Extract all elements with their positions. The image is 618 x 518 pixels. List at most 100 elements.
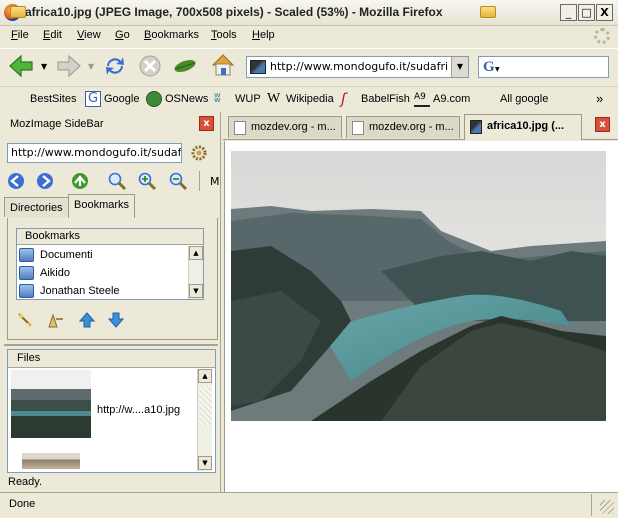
sidebar-status-text: Ready. — [8, 476, 43, 488]
bookmark-a9[interactable]: A9.com — [433, 93, 470, 105]
sidebar-splitter[interactable] — [4, 344, 218, 346]
page-icon — [234, 121, 246, 135]
menu-view[interactable]: View — [77, 29, 101, 41]
file-thumbnail[interactable] — [11, 370, 91, 438]
scroll-up-arrow-icon[interactable]: ▲ — [189, 246, 203, 260]
bookmarks-column-header[interactable]: Bookmarks — [17, 229, 203, 245]
gear-icon[interactable] — [190, 144, 208, 162]
bookmark-folder-icon — [19, 266, 34, 280]
bookmark-all-google[interactable]: All google — [500, 93, 548, 105]
scroll-down-arrow-icon[interactable]: ▼ — [198, 456, 212, 470]
bookmarks-scrollbar[interactable]: ▲ ▼ — [188, 246, 203, 299]
menu-file-key: F — [11, 29, 18, 41]
list-item[interactable]: Aikido — [19, 265, 187, 283]
tab-directories[interactable]: Directories — [4, 197, 69, 217]
sidebar-mode-label[interactable]: M — [210, 175, 220, 188]
menu-tools[interactable]: Tools — [211, 29, 237, 41]
google-icon: G — [85, 91, 101, 107]
sidebar-up-button[interactable] — [70, 171, 90, 191]
wup-icon: ʬ — [214, 91, 221, 106]
files-scrollbar[interactable]: ▲ ▼ — [197, 369, 212, 471]
tab-bookmarks[interactable]: Bookmarks — [68, 194, 136, 218]
list-item[interactable]: Jonathan Steele — [19, 283, 187, 301]
bookmark-google[interactable]: Google — [104, 93, 139, 105]
search-engine-dropdown-icon[interactable]: ▼ — [495, 66, 500, 73]
tab-label: mozdev.org - m... — [251, 121, 336, 133]
bookmark-bestsites[interactable]: BestSites — [30, 93, 76, 105]
menu-edit[interactable]: Edit — [43, 29, 62, 41]
list-item[interactable]: Documenti — [19, 247, 187, 265]
google-search-engine-icon[interactable]: G — [483, 59, 495, 76]
tab-mozdev-1[interactable]: mozdev.org - m... — [228, 116, 342, 138]
bookmark-osnews[interactable]: OSNews — [165, 93, 208, 105]
menu-help[interactable]: Help — [252, 29, 275, 41]
new-bookmark-icon[interactable] — [16, 311, 34, 329]
scroll-up-arrow-icon[interactable]: ▲ — [198, 369, 212, 383]
forward-button[interactable] — [56, 53, 82, 79]
scrollbar-track[interactable] — [199, 385, 212, 425]
move-down-icon[interactable] — [107, 311, 125, 329]
file-thumbnail[interactable] — [22, 453, 80, 469]
forward-dropdown-icon[interactable]: ▼ — [88, 62, 94, 71]
sidebar-close-button[interactable]: x — [199, 116, 214, 131]
close-tab-button[interactable]: x — [595, 117, 610, 132]
window-title: africa10.jpg (JPEG Image, 700x508 pixels… — [25, 5, 443, 19]
status-text: Done — [9, 498, 36, 510]
sidebar-back-button[interactable] — [6, 171, 26, 191]
url-history-dropdown-icon[interactable]: ▼ — [451, 57, 468, 77]
bookmarks-list: Bookmarks Documenti Aikido Jonathan Stee… — [16, 228, 204, 300]
move-up-icon[interactable] — [78, 311, 96, 329]
toolbar-separator — [199, 171, 200, 191]
scroll-down-arrow-icon[interactable]: ▼ — [189, 284, 203, 298]
bookmark-wup[interactable]: WUP — [235, 93, 261, 105]
zoom-in-icon[interactable] — [137, 171, 157, 191]
bookmark-wikipedia[interactable]: Wikipedia — [286, 93, 334, 105]
menu-go-label: o — [123, 29, 130, 41]
zoom-out-icon[interactable] — [168, 171, 188, 191]
image-icon — [470, 120, 482, 134]
back-dropdown-icon[interactable]: ▼ — [41, 62, 47, 71]
menu-view-label: iew — [84, 29, 101, 41]
sidebar-url-input[interactable]: http://www.mondogufo.it/sudafric — [7, 143, 182, 163]
url-bar[interactable]: http://www.mondogufo.it/sudafrica2 ▼ — [246, 56, 469, 78]
files-list: Files http://w....a10.jpg ▲ ▼ — [7, 349, 216, 473]
files-column-header[interactable]: Files — [8, 350, 215, 368]
leaf-icon[interactable] — [172, 53, 198, 79]
menu-edit-label: dit — [50, 29, 62, 41]
menu-file[interactable]: File — [11, 29, 29, 41]
tab-africa10[interactable]: africa10.jpg (... — [464, 114, 582, 140]
maximize-button[interactable]: □ — [578, 4, 595, 21]
list-item-label: Jonathan Steele — [40, 285, 120, 297]
tab-mozdev-2[interactable]: mozdev.org - m... — [346, 116, 460, 138]
url-input[interactable]: http://www.mondogufo.it/sudafrica2 — [270, 60, 448, 73]
babelfish-icon: ʃ — [341, 90, 347, 108]
sidebar-forward-button[interactable] — [35, 171, 55, 191]
list-item-label: Aikido — [40, 267, 70, 279]
folder-icon — [10, 6, 26, 18]
menu-go[interactable]: Go — [115, 29, 130, 41]
stop-button[interactable] — [137, 53, 163, 79]
wikipedia-icon: W — [267, 91, 281, 106]
folder-icon — [480, 6, 496, 18]
bookmarks-overflow-chevron-icon[interactable]: » — [596, 91, 603, 106]
bookmark-babelfish[interactable]: BabelFish — [361, 93, 410, 105]
search-input[interactable]: G ▼ — [478, 56, 609, 78]
close-window-button[interactable]: X — [596, 4, 613, 21]
a9-icon: A9 — [414, 91, 430, 107]
reload-button[interactable] — [102, 53, 128, 79]
bookmark-folder-icon — [19, 284, 34, 298]
edit-bookmark-icon[interactable] — [47, 311, 65, 329]
resize-grip-icon[interactable] — [600, 500, 614, 514]
file-label[interactable]: http://w....a10.jpg — [97, 404, 180, 416]
displayed-image[interactable] — [231, 151, 606, 421]
back-button[interactable] — [8, 53, 34, 79]
home-button[interactable] — [210, 52, 236, 78]
minimize-button[interactable]: _ — [560, 4, 577, 21]
bookmark-folder-icon — [19, 248, 34, 262]
zoom-icon[interactable] — [107, 171, 127, 191]
status-divider — [591, 494, 592, 516]
menu-go-key: G — [115, 29, 124, 41]
menu-help-key: H — [252, 29, 260, 41]
menu-bookmarks[interactable]: Bookmarks — [144, 29, 199, 41]
menu-bookmarks-label: ookmarks — [151, 29, 200, 41]
